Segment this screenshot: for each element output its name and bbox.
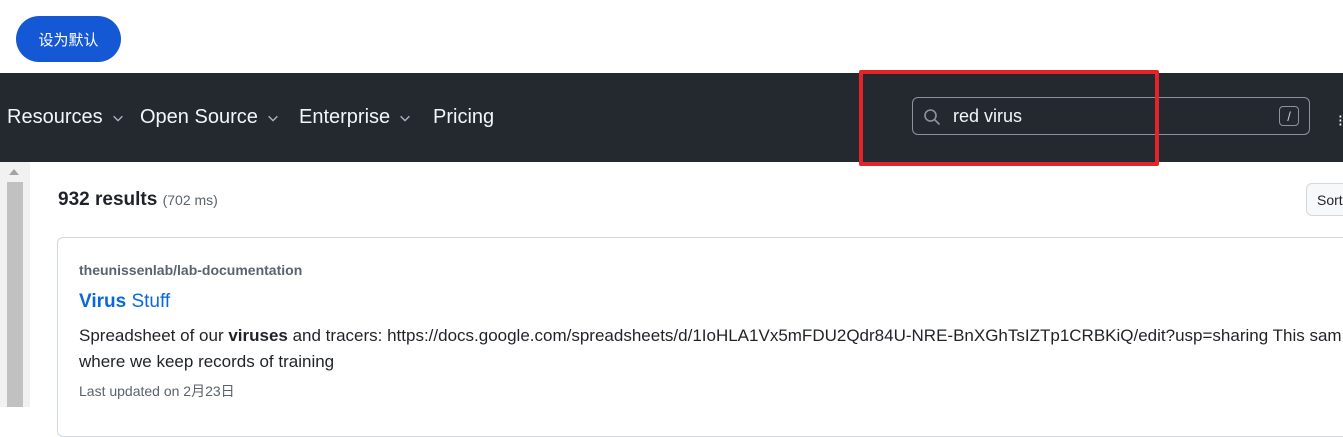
search-shortcut-key: / [1279,106,1299,126]
result-title-match: Virus [79,291,127,312]
sort-button[interactable]: Sort [1306,183,1343,216]
chevron-down-icon [400,115,411,122]
nav-pricing-label: Pricing [433,106,495,128]
nav-open-source-label: Open Source [140,106,258,128]
nav-enterprise-label: Enterprise [299,106,391,128]
desc-before: Spreadsheet of our [79,326,229,345]
set-default-button[interactable]: 设为默认 [16,16,121,62]
nav-resources-label: Resources [7,106,103,128]
chevron-down-icon [112,115,123,122]
more-icon[interactable]: ⁝ [1338,111,1343,131]
nav-pricing[interactable]: Pricing [433,106,494,129]
desc-match: viruses [228,326,288,345]
nav-enterprise[interactable]: Enterprise [299,106,412,129]
results-summary: 932 results (702 ms) [58,189,218,211]
results-time: (702 ms) [162,192,218,208]
scroll-thumb[interactable] [7,182,23,407]
scrollbar[interactable] [0,162,30,407]
browser-topbar: 设为默认 [0,0,1343,73]
nav-resources[interactable]: Resources [7,106,125,129]
scroll-up-arrow-icon[interactable] [9,169,19,175]
nav-open-source[interactable]: Open Source [140,106,280,129]
result-title-link[interactable]: Virus Stuff [79,291,170,313]
result-title-rest: Stuff [126,291,171,312]
result-repo-link[interactable]: theunissenlab/lab-documentation [79,262,302,278]
results-count: 932 results [58,189,158,210]
search-highlight-box [859,70,1159,166]
search-result-card: theunissenlab/lab-documentation Virus St… [57,237,1343,437]
result-description: Spreadsheet of our viruses and tracers: … [79,323,1343,375]
chevron-down-icon [267,115,278,122]
result-updated: Last updated on 2月23日 [79,383,235,399]
